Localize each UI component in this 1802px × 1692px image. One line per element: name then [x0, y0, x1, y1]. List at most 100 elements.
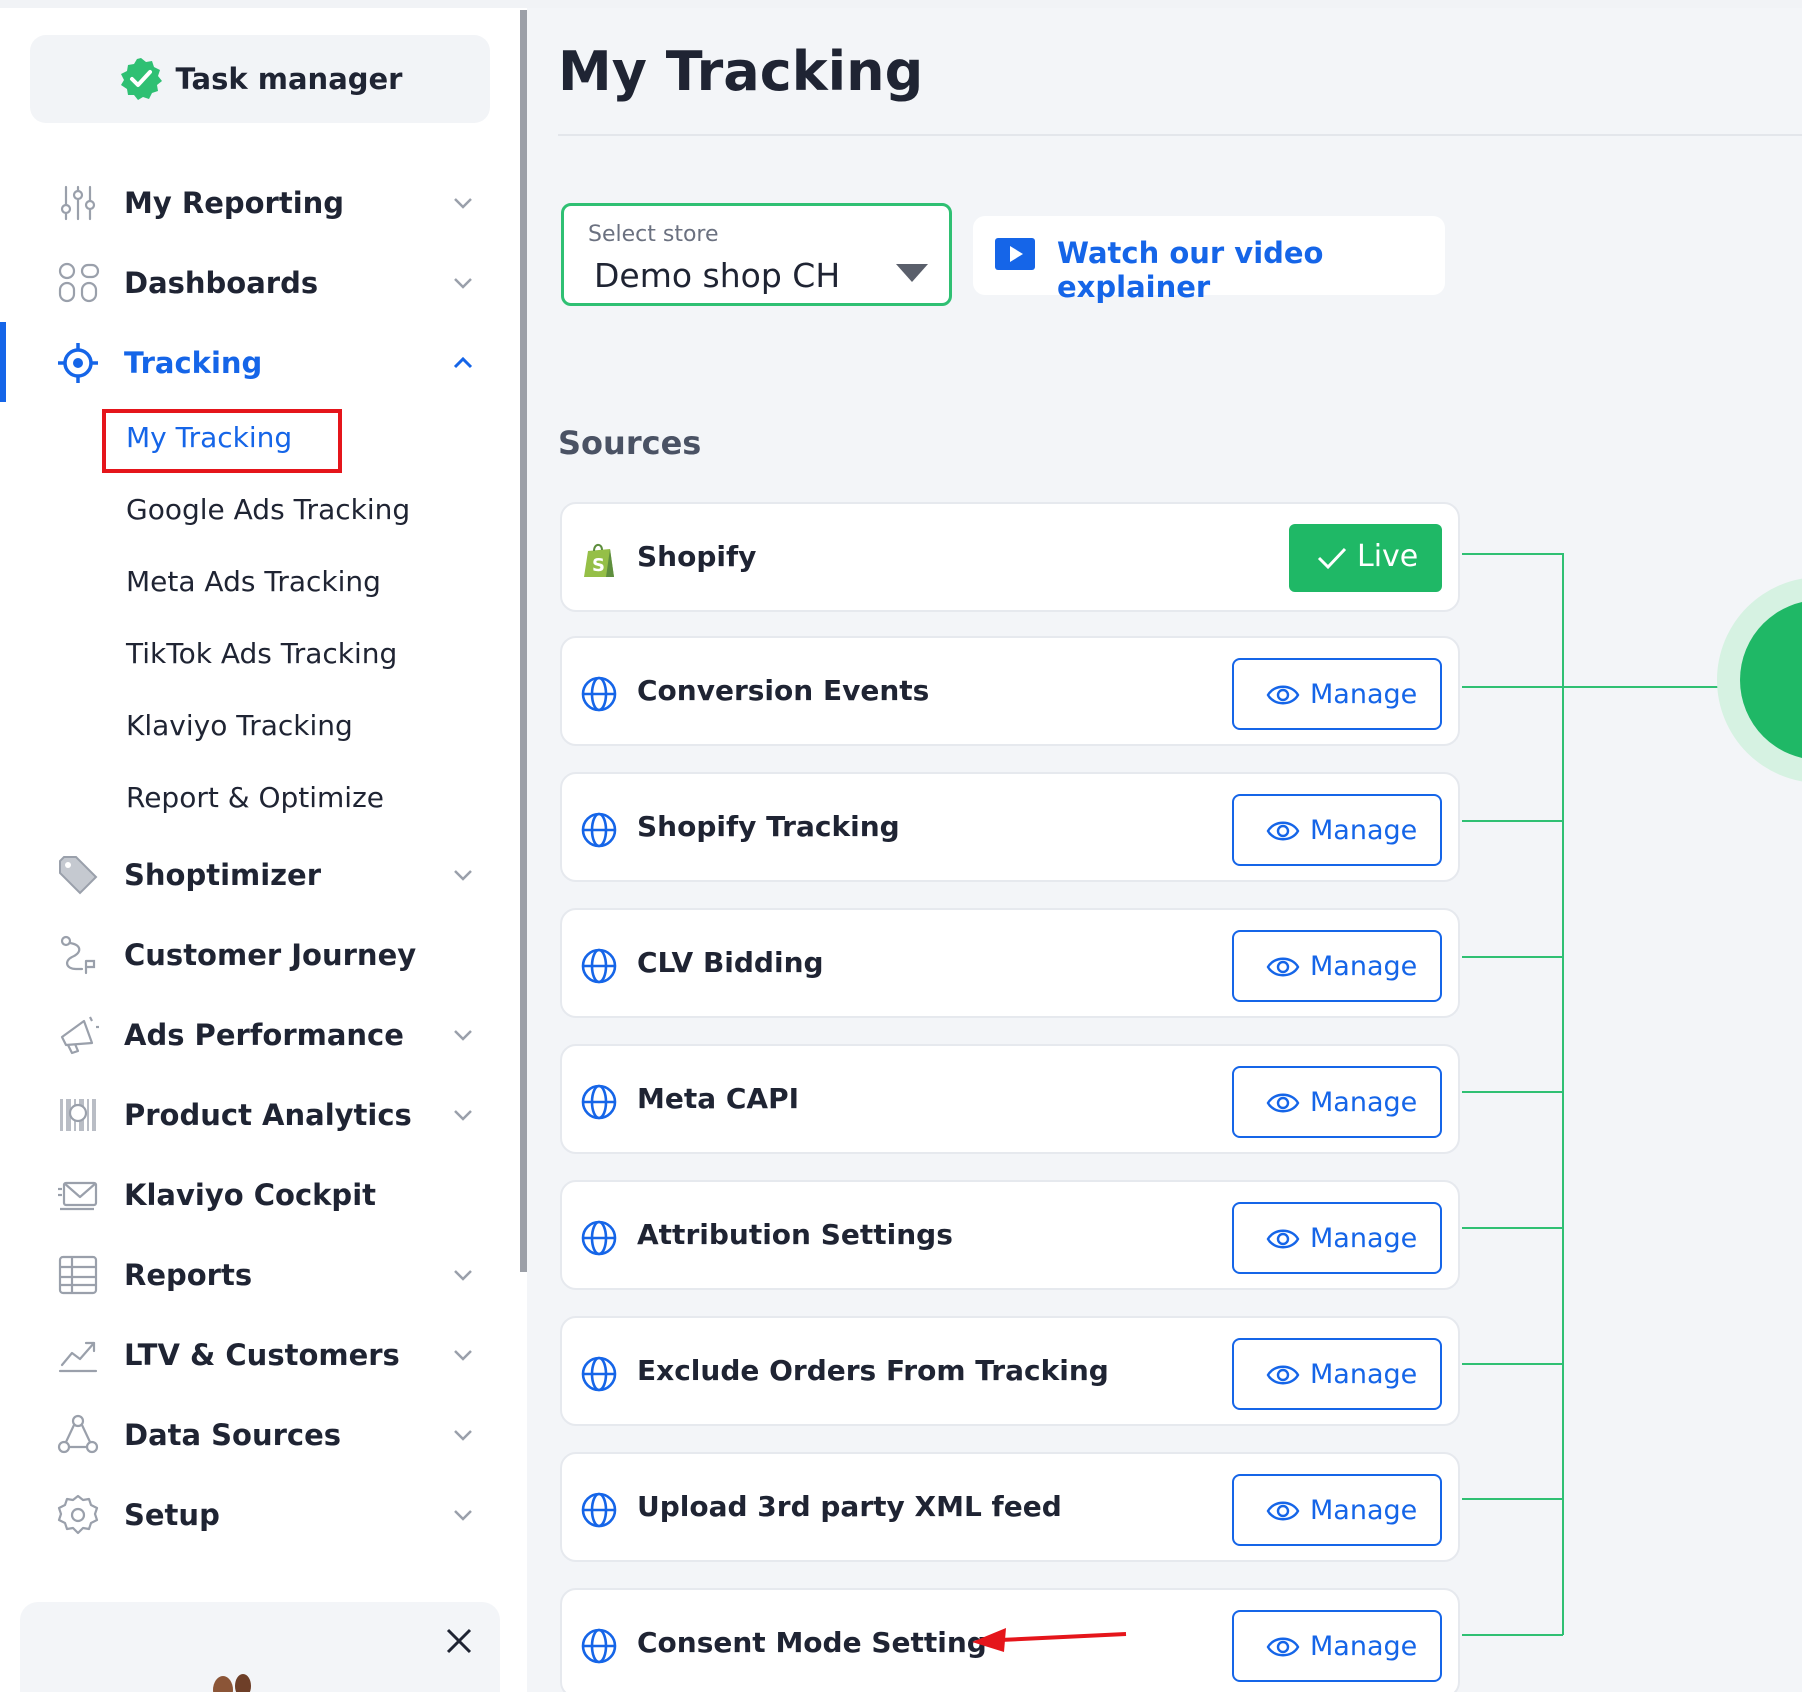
task-manager-label: Task manager	[175, 62, 403, 96]
manage-button[interactable]: Manage	[1232, 1066, 1442, 1138]
manage-button[interactable]: Manage	[1232, 1474, 1442, 1546]
nav-tracking[interactable]: Tracking	[0, 333, 520, 393]
nav-data-sources[interactable]: Data Sources	[0, 1405, 520, 1465]
source-card-upload-xml-feed: Upload 3rd party XML feed Manage	[560, 1452, 1460, 1562]
nav-label: Data Sources	[124, 1418, 342, 1452]
route-icon	[60, 935, 96, 975]
top-border	[0, 0, 1802, 8]
nav-ltv-customers[interactable]: LTV & Customers	[0, 1325, 520, 1385]
sources-heading: Sources	[558, 424, 702, 462]
source-card-conversion-events: Conversion Events Manage	[560, 636, 1460, 746]
manage-button[interactable]: Manage	[1232, 1202, 1442, 1274]
source-label: Conversion Events	[637, 674, 930, 707]
chevron-down-icon	[454, 1030, 472, 1041]
nav-label: Setup	[124, 1498, 220, 1532]
subnav-google-ads-tracking[interactable]: Google Ads Tracking	[126, 488, 410, 532]
manage-button[interactable]: Manage	[1232, 930, 1442, 1002]
sliders-icon	[60, 185, 96, 221]
manage-button[interactable]: Manage	[1232, 794, 1442, 866]
nav-setup[interactable]: Setup	[0, 1485, 520, 1545]
manage-label: Manage	[1310, 951, 1418, 982]
sidebar-scrollbar-thumb[interactable]	[520, 10, 527, 1272]
check-icon	[1317, 547, 1347, 570]
source-connector-lines	[1462, 553, 1802, 1636]
nav-label: Customer Journey	[124, 938, 417, 972]
globe-icon	[581, 1628, 617, 1664]
title-divider	[558, 134, 1802, 136]
chevron-up-icon	[453, 356, 473, 369]
watch-video-button[interactable]: Watch our video explainer	[973, 216, 1445, 304]
eye-icon	[1266, 957, 1300, 977]
mail-icon	[58, 1181, 98, 1211]
subnav-tiktok-ads-tracking[interactable]: TikTok Ads Tracking	[126, 632, 397, 676]
shopify-bag-icon: S	[584, 543, 614, 577]
trend-icon	[58, 1341, 98, 1373]
manage-label: Manage	[1310, 679, 1418, 710]
manage-label: Manage	[1310, 1631, 1418, 1662]
page-title: My Tracking	[558, 40, 924, 103]
crosshair-icon	[58, 343, 98, 383]
source-label: Shopify Tracking	[637, 810, 900, 843]
close-icon[interactable]	[442, 1624, 476, 1658]
nav-customer-journey[interactable]: Customer Journey	[0, 925, 520, 985]
play-video-icon	[995, 238, 1035, 270]
source-label: Upload 3rd party XML feed	[637, 1490, 1062, 1523]
red-annotation-arrow	[972, 1628, 1127, 1652]
tag-icon	[59, 856, 98, 895]
nav-label: Reports	[124, 1258, 253, 1292]
manage-button[interactable]: Manage	[1232, 1610, 1442, 1682]
nav-label: Tracking	[124, 346, 263, 380]
nav-reports[interactable]: Reports	[0, 1245, 520, 1305]
eye-icon	[1266, 685, 1300, 705]
nav-label: Product Analytics	[124, 1098, 412, 1132]
manage-button[interactable]: Manage	[1232, 658, 1442, 730]
chevron-down-icon	[454, 870, 472, 881]
chevron-down-icon	[454, 1430, 472, 1441]
globe-icon	[581, 1220, 617, 1256]
source-label: Exclude Orders From Tracking	[637, 1354, 1109, 1387]
nav-my-reporting[interactable]: My Reporting	[0, 173, 520, 233]
gear-icon	[57, 1494, 99, 1535]
globe-icon	[581, 1084, 617, 1120]
dashboard-grid-icon	[58, 262, 100, 303]
chevron-down-icon	[454, 1510, 472, 1521]
eye-icon	[1266, 1501, 1300, 1521]
live-label: Live	[1357, 539, 1419, 574]
manage-label: Manage	[1310, 1495, 1418, 1526]
eye-icon	[1266, 1229, 1300, 1249]
nav-klaviyo-cockpit[interactable]: Klaviyo Cockpit	[0, 1165, 520, 1225]
manage-button[interactable]: Manage	[1232, 1338, 1442, 1410]
nav-label: Ads Performance	[124, 1018, 404, 1052]
chevron-down-icon	[454, 198, 472, 209]
verified-badge-icon	[120, 58, 162, 100]
live-status-button[interactable]: Live	[1289, 524, 1442, 592]
table-icon	[58, 1255, 98, 1295]
eye-icon	[1266, 821, 1300, 841]
nav-dashboards[interactable]: Dashboards	[0, 253, 520, 313]
nav-ads-performance[interactable]: Ads Performance	[0, 1005, 520, 1065]
network-icon	[57, 1414, 99, 1454]
source-label: Consent Mode Setting	[637, 1626, 987, 1659]
store-select[interactable]: Select store Demo shop CH	[561, 203, 952, 306]
nav-shoptimizer[interactable]: Shoptimizer	[0, 845, 520, 905]
nav-product-analytics[interactable]: Product Analytics	[0, 1085, 520, 1145]
globe-icon	[581, 948, 617, 984]
subnav-report-optimize[interactable]: Report & Optimize	[126, 776, 384, 820]
chevron-down-icon	[454, 1110, 472, 1121]
source-label: Shopify	[637, 540, 757, 573]
watch-video-label: Watch our video explainer	[1057, 236, 1324, 304]
source-label: CLV Bidding	[637, 946, 824, 979]
eye-icon	[1266, 1365, 1300, 1385]
highlight-annotation-box	[102, 409, 342, 473]
globe-icon	[581, 676, 617, 712]
manage-label: Manage	[1310, 815, 1418, 846]
subnav-meta-ads-tracking[interactable]: Meta Ads Tracking	[126, 560, 381, 604]
globe-icon	[581, 1356, 617, 1392]
source-card-attribution-settings: Attribution Settings Manage	[560, 1180, 1460, 1290]
globe-icon	[581, 1492, 617, 1528]
nav-label: Dashboards	[124, 266, 319, 300]
chevron-down-icon	[454, 1270, 472, 1281]
nav-label: LTV & Customers	[124, 1338, 400, 1372]
subnav-klaviyo-tracking[interactable]: Klaviyo Tracking	[126, 704, 353, 748]
task-manager-button[interactable]: Task manager	[30, 35, 490, 123]
